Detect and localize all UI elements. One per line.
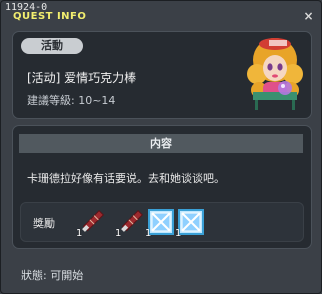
- reward-qty: 1: [76, 228, 83, 239]
- close-icon[interactable]: ×: [302, 10, 315, 23]
- reward-item-1[interactable]: 1: [76, 208, 106, 239]
- quest-info-window: 11924-0 QUEST INFO × 活動 [活动] 爱情巧克力棒 建議等級…: [0, 0, 322, 294]
- quest-name: [活动] 爱情巧克力棒: [27, 71, 137, 85]
- rewards-label: 獎勵: [33, 217, 55, 230]
- quest-content-card: 内容 卡珊德拉好像有话要说。去和她谈谈吧。 獎勵 1 1 1 1: [12, 125, 312, 249]
- reward-qty: 1: [175, 228, 182, 239]
- quest-type-badge: 活動: [21, 38, 83, 54]
- window-title: QUEST INFO: [13, 11, 87, 22]
- content-header: 内容: [19, 134, 303, 153]
- quest-status: 狀態: 可開始: [21, 269, 84, 282]
- recommended-level: 建議等級: 10~14: [27, 94, 116, 107]
- reward-qty: 1: [115, 228, 122, 239]
- reward-qty: 1: [145, 228, 152, 239]
- quest-description: 卡珊德拉好像有话要说。去和她谈谈吧。: [27, 172, 225, 185]
- recommended-level-value: 10~14: [78, 94, 116, 107]
- quest-summary-card: 活動 [活动] 爱情巧克力棒 建議等級: 10~14: [12, 31, 312, 119]
- npc-table: [253, 92, 297, 100]
- reward-item-2[interactable]: 1: [115, 208, 145, 239]
- crystal-ball-icon: [278, 81, 292, 95]
- rewards-panel: 獎勵 1 1 1 1: [20, 202, 304, 242]
- reward-item-3[interactable]: 1: [145, 208, 175, 239]
- npc-portrait: [247, 38, 303, 110]
- reward-item-4[interactable]: 1: [175, 208, 205, 239]
- recommended-level-label: 建議等級: [27, 94, 71, 107]
